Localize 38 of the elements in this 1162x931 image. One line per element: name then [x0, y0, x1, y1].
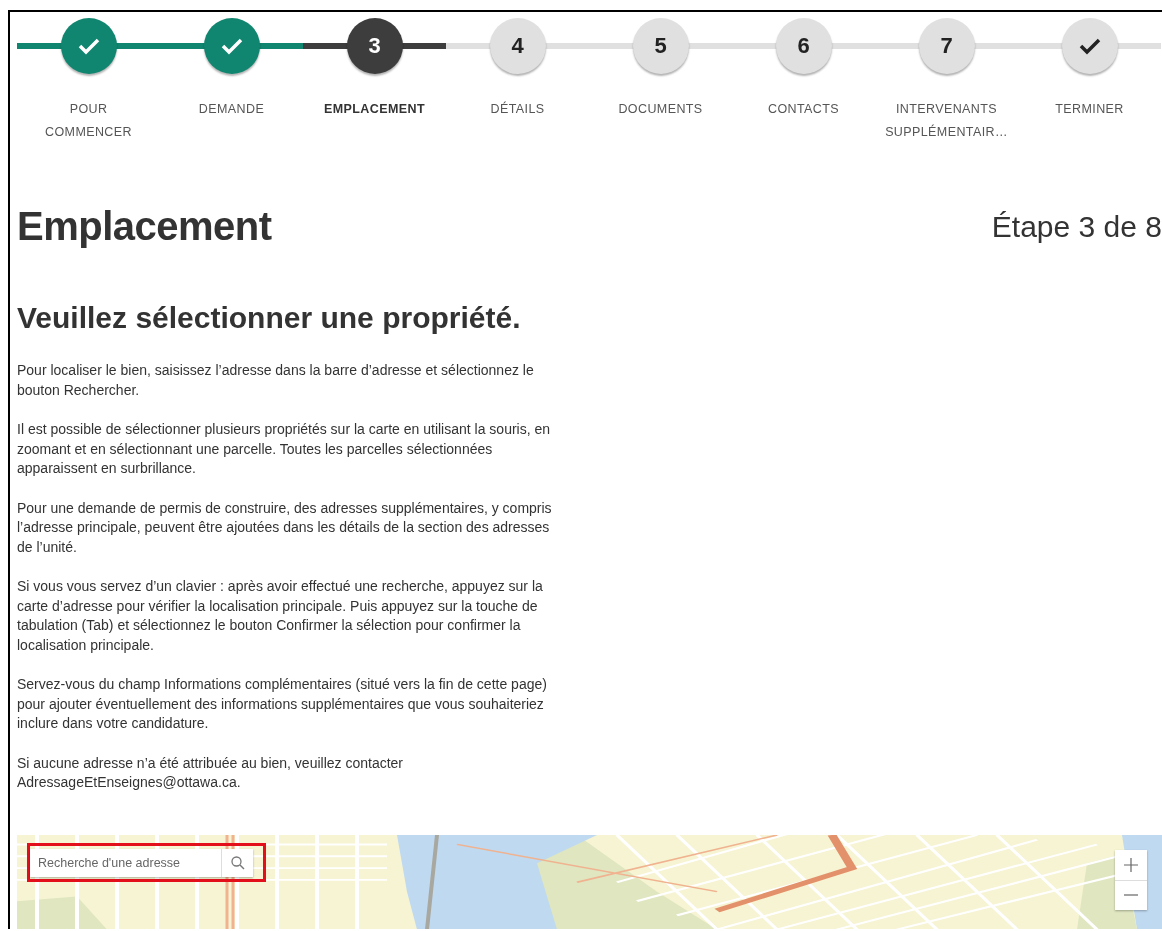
address-search-field[interactable]: Recherche d'une adresse: [30, 848, 253, 877]
step-number: 7: [940, 33, 953, 59]
instruction-paragraph: Si aucune adresse n’a été attribuée au bien, veuillez contacter AdressageEtEnseignes@ottawa.ca.: [17, 753, 405, 792]
search-button[interactable]: [221, 848, 253, 877]
step-circle[interactable]: [1061, 18, 1118, 74]
step-number: 4: [511, 33, 524, 59]
step-number: 3: [368, 33, 381, 59]
step-number: 6: [797, 33, 810, 59]
instruction-paragraph: Servez-vous du champ Informations complémentaires (situé vers la fin de cette page) pour ajouter éventuellement des informations supplémentaires que vous souhaiteriez inclure dans votre candidature.: [17, 675, 548, 733]
step-circle[interactable]: 7: [918, 18, 975, 74]
step-label: DOCUMENTS: [618, 101, 703, 118]
step-label: DÉTAILS: [490, 100, 545, 118]
minus-icon: [1124, 894, 1138, 896]
step-circle[interactable]: 6: [775, 18, 832, 74]
step-label: EMPLACEMENT: [324, 101, 425, 118]
check-icon: [220, 37, 243, 55]
step-label: DEMANDE: [198, 101, 265, 118]
check-icon: [77, 37, 100, 55]
instruction-paragraph: Il est possible de sélectionner plusieurs propriétés sur la carte en utilisant la souris, en zoomant et en sélectionnant une parcelle. Toutes les parcelles sélectionnées apparaissent en surbrillance.: [17, 420, 552, 478]
step-number: 5: [654, 33, 667, 59]
step-label: TERMINER: [1055, 101, 1124, 118]
page-title: Emplacement: [17, 204, 272, 249]
step-label: POUR COMMENCER: [45, 101, 132, 141]
instruction-paragraph: Si vous vous servez d’un clavier : après avoir effectué une recherche, appuyez sur la carte d’adresse pour vérifier la localisation principale. Puis appuyez sur la touche de tabulation (Tab) et sélectionnez le bouton Confirmer la sélection pour confirmer la localisation principale.: [17, 577, 544, 655]
instruction-paragraph: Pour une demande de permis de construire, des adresses supplémentaires, y compris l’adresse principale, peuvent être ajoutées dans les détails de la section des adresses de l’unité.: [17, 498, 553, 557]
zoom-in-button[interactable]: [1115, 849, 1147, 880]
search-icon: [230, 855, 245, 870]
plus-icon: [1124, 857, 1138, 872]
step-indicator: Étape 3 de 8: [991, 209, 1162, 244]
step-circle[interactable]: 3: [346, 18, 403, 74]
section-title: Veuillez sélectionner une propriété.: [17, 301, 522, 335]
check-icon: [1078, 37, 1101, 55]
zoom-out-button[interactable]: [1115, 879, 1147, 910]
step-label: CONTACTS: [768, 101, 839, 118]
step-label: INTERVENANTS SUPPLÉMENTAIR…: [885, 101, 1008, 141]
step-circle[interactable]: 5: [632, 18, 689, 74]
instruction-paragraph: Pour localiser le bien, saisissez l’adresse dans la barre d’adresse et sélectionnez le bouton Rechercher.: [17, 361, 535, 400]
step-circle[interactable]: 4: [489, 18, 546, 74]
